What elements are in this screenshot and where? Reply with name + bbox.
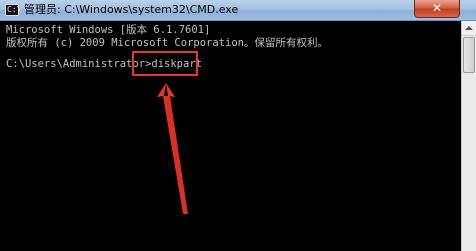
arrow-head (157, 83, 166, 97)
arrow-head-right (166, 83, 175, 97)
cmd-window: C:\ 管理员: C:\Windows\system32\CMD.exe ✕ M… (0, 0, 476, 251)
arrow-shaft (163, 96, 188, 214)
red-arrow-icon (157, 83, 188, 214)
